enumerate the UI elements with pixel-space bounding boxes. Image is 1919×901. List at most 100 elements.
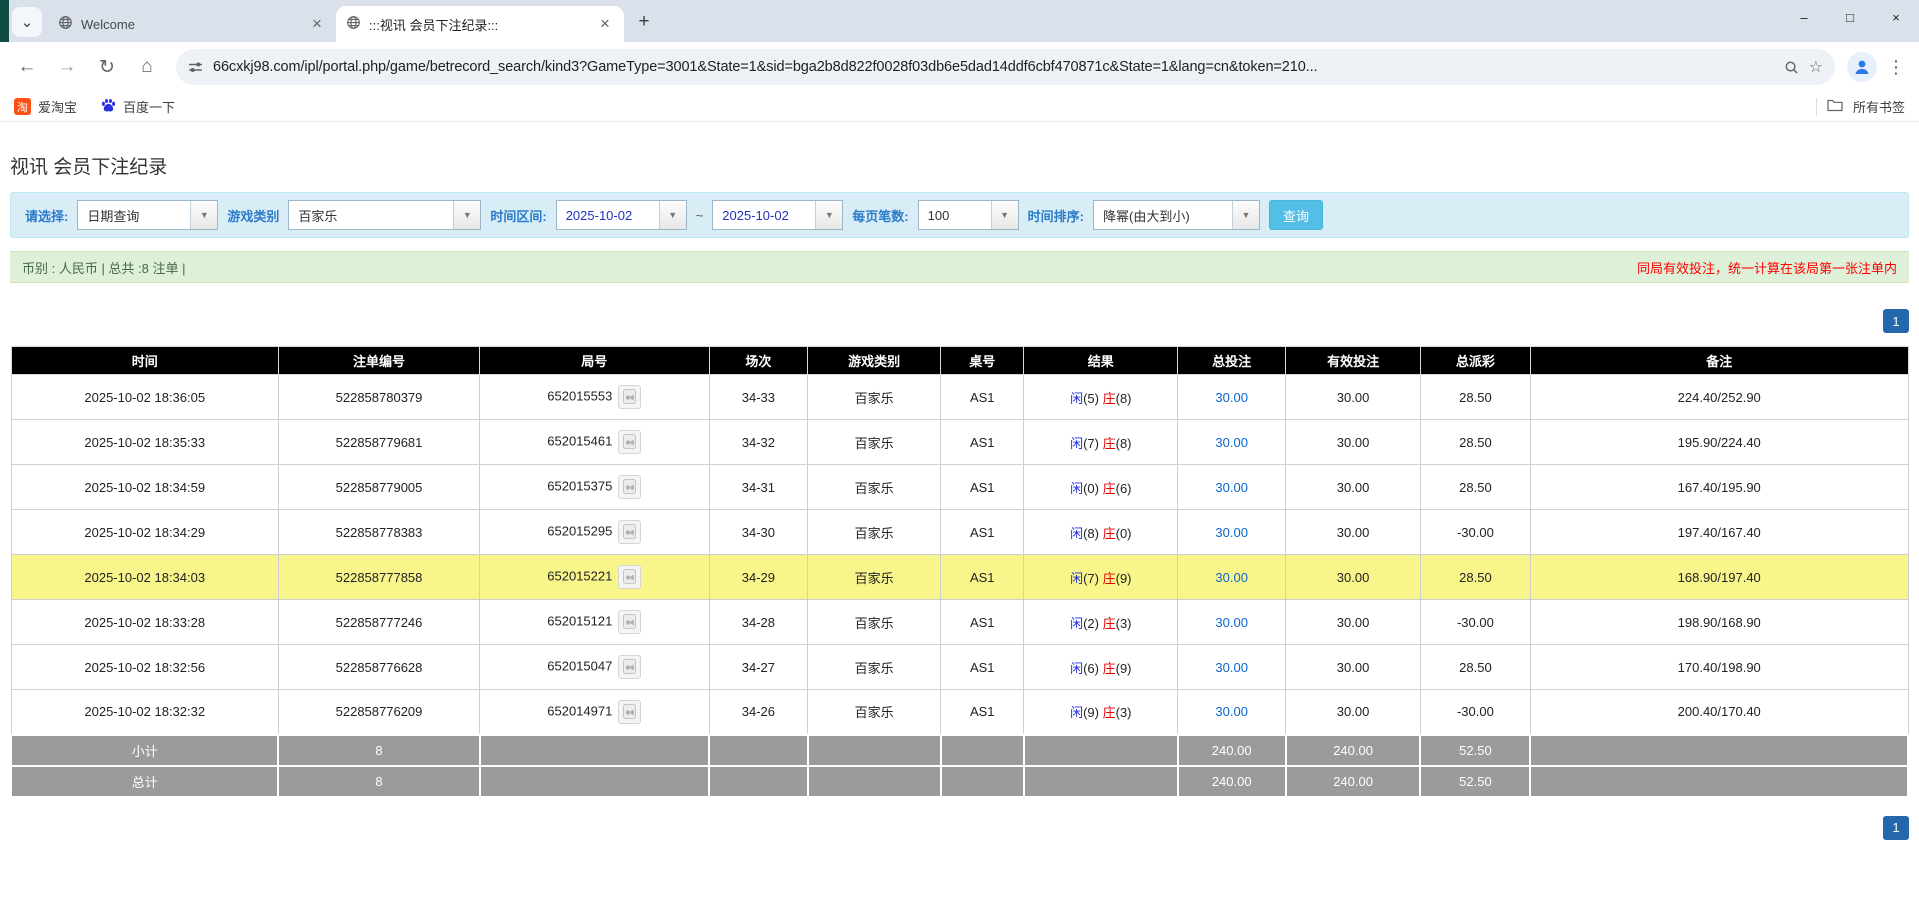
dropdown-arrow-icon[interactable]: ▼ [453, 201, 480, 229]
pagination-top: 1 [10, 309, 1909, 333]
game-type-select[interactable]: 百家乐 ▼ [288, 200, 481, 230]
column-header: 总投注 [1178, 347, 1286, 375]
address-bar[interactable]: 66cxkj98.com/ipl/portal.php/game/betreco… [176, 49, 1835, 85]
zoom-icon[interactable] [1784, 60, 1799, 75]
banker-score: (0) [1116, 526, 1132, 541]
player-result: 闲 [1070, 571, 1083, 586]
bookmark-aitaobao[interactable]: 淘 爱淘宝 [14, 97, 77, 116]
game-type-cell: 百家乐 [808, 375, 941, 420]
total-bet-link[interactable]: 30.00 [1215, 660, 1248, 675]
remark-cell: 168.90/197.40 [1530, 555, 1908, 600]
game-type-cell: 百家乐 [808, 600, 941, 645]
banker-result: 庄 [1103, 616, 1116, 631]
dropdown-arrow-icon[interactable]: ▼ [815, 201, 842, 229]
session-cell: 34-33 [709, 375, 808, 420]
tab-search-button[interactable]: ⌄ [12, 7, 42, 37]
session-cell: 34-26 [709, 690, 808, 735]
bookmark-label: 爱淘宝 [38, 97, 77, 116]
player-score: (2) [1083, 616, 1099, 631]
summary-cell [941, 735, 1024, 766]
page-size-select[interactable]: 100 ▼ [918, 200, 1019, 230]
payout-cell: 28.50 [1420, 420, 1530, 465]
round-number: 652015047 [547, 658, 612, 673]
summary-cell [1024, 735, 1178, 766]
total-bet-link[interactable]: 30.00 [1215, 435, 1248, 450]
bet-record-table: 时间注单编号局号场次游戏类别桌号结果总投注有效投注总派彩备注 2025-10-0… [10, 346, 1909, 798]
table-header-row: 时间注单编号局号场次游戏类别桌号结果总投注有效投注总派彩备注 [11, 347, 1908, 375]
bookmark-label: 百度一下 [123, 97, 175, 116]
summary-cell [709, 735, 808, 766]
total-bet-link[interactable]: 30.00 [1215, 704, 1248, 719]
video-record-icon[interactable] [618, 475, 641, 499]
browser-menu-button[interactable]: ⋮ [1883, 57, 1909, 78]
total-bet-link[interactable]: 30.00 [1215, 570, 1248, 585]
time-cell: 2025-10-02 18:35:33 [11, 420, 278, 465]
session-cell: 34-31 [709, 465, 808, 510]
back-button[interactable]: ← [10, 50, 44, 84]
table-row: 2025-10-02 18:34:03522858777858652015221… [11, 555, 1908, 600]
dropdown-arrow-icon[interactable]: ▼ [190, 201, 217, 229]
dropdown-arrow-icon[interactable]: ▼ [991, 201, 1018, 229]
remark-cell: 167.40/195.90 [1530, 465, 1908, 510]
player-result: 闲 [1070, 436, 1083, 451]
total-bet-link[interactable]: 30.00 [1215, 480, 1248, 495]
video-record-icon[interactable] [618, 520, 641, 544]
player-result: 闲 [1070, 391, 1083, 406]
video-record-icon[interactable] [618, 385, 641, 409]
video-record-icon[interactable] [618, 610, 641, 634]
bookmark-baidu[interactable]: 百度一下 [101, 97, 175, 116]
table-number-cell: AS1 [941, 420, 1024, 465]
query-type-select[interactable]: 日期查询 ▼ [77, 200, 218, 230]
home-button[interactable]: ⌂ [130, 50, 164, 84]
close-window-button[interactable]: × [1873, 0, 1919, 34]
globe-icon [58, 15, 73, 33]
date-from-select[interactable]: 2025-10-02 ▼ [556, 200, 687, 230]
bet-id-cell: 522858779681 [278, 420, 479, 465]
summary-cell [1530, 766, 1908, 797]
video-record-icon[interactable] [618, 565, 641, 589]
tab-betrecord[interactable]: :::视讯 会员下注纪录::: × [336, 6, 624, 42]
page-button-1[interactable]: 1 [1883, 309, 1909, 333]
time-order-select[interactable]: 降幂(由大到小) ▼ [1093, 200, 1260, 230]
dropdown-arrow-icon[interactable]: ▼ [1232, 201, 1259, 229]
summary-cell: 240.00 [1178, 735, 1286, 766]
tab-close-icon[interactable]: × [308, 14, 326, 34]
page-button-1[interactable]: 1 [1883, 816, 1909, 840]
valid-bet-cell: 30.00 [1286, 555, 1421, 600]
tab-welcome[interactable]: Welcome × [48, 6, 336, 42]
url-text[interactable]: 66cxkj98.com/ipl/portal.php/game/betreco… [213, 59, 1774, 75]
total-bet-link[interactable]: 30.00 [1215, 615, 1248, 630]
total-bet-link[interactable]: 30.00 [1215, 390, 1248, 405]
total-bet-link[interactable]: 30.00 [1215, 525, 1248, 540]
tab-close-icon[interactable]: × [596, 14, 614, 34]
forward-button[interactable]: → [50, 50, 84, 84]
video-record-icon[interactable] [618, 700, 641, 724]
maximize-button[interactable]: □ [1827, 0, 1873, 34]
round-cell: 652014971 [480, 690, 710, 735]
remark-cell: 170.40/198.90 [1530, 645, 1908, 690]
bookmark-star-icon[interactable]: ☆ [1809, 57, 1823, 77]
column-header: 游戏类别 [808, 347, 941, 375]
table-row: 2025-10-02 18:34:59522858779005652015375… [11, 465, 1908, 510]
video-record-icon[interactable] [618, 655, 641, 679]
bookmarks-bar: 淘 爱淘宝 百度一下 所有书签 [0, 92, 1919, 122]
column-header: 场次 [709, 347, 808, 375]
profile-avatar[interactable] [1847, 52, 1877, 82]
dropdown-arrow-icon[interactable]: ▼ [659, 201, 686, 229]
site-settings-icon[interactable] [188, 60, 203, 75]
minimize-button[interactable]: – [1781, 0, 1827, 34]
refresh-button[interactable]: ↻ [90, 50, 124, 84]
payout-cell: 28.50 [1420, 645, 1530, 690]
remark-cell: 198.90/168.90 [1530, 600, 1908, 645]
status-bar: 币别 : 人民币 | 总共 :8 注单 | 同局有效投注，统一计算在该局第一张注… [10, 251, 1909, 283]
round-number: 652015295 [547, 523, 612, 538]
search-button[interactable]: 查询 [1269, 200, 1323, 230]
date-to-select[interactable]: 2025-10-02 ▼ [712, 200, 843, 230]
video-record-icon[interactable] [618, 430, 641, 454]
new-tab-button[interactable]: + [630, 8, 658, 36]
remark-cell: 195.90/224.40 [1530, 420, 1908, 465]
all-bookmarks[interactable]: 所有书签 [1816, 97, 1905, 116]
banker-score: (6) [1116, 481, 1132, 496]
banker-result: 庄 [1103, 705, 1116, 720]
table-number-cell: AS1 [941, 690, 1024, 735]
